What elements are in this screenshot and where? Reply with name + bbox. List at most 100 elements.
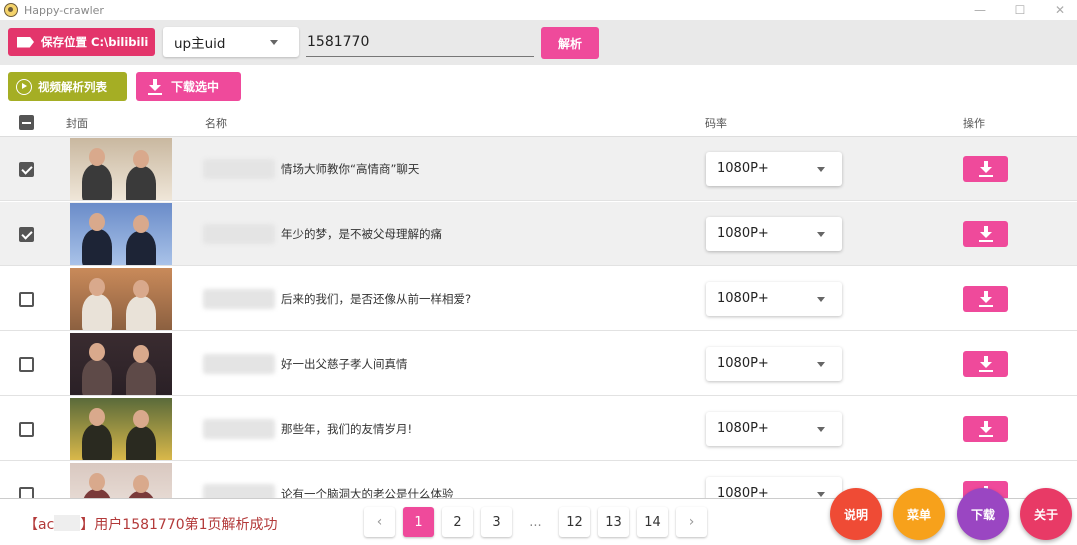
page-button[interactable]: 3	[481, 507, 512, 537]
chevron-down-icon	[817, 427, 825, 432]
title-bar: Happy-crawler — ☐ ✕	[0, 0, 1077, 20]
status-prefix: 【ac	[24, 517, 55, 533]
video-title: 年少的梦，是不被父母理解的痛	[281, 227, 442, 241]
row-checkbox[interactable]	[19, 227, 34, 242]
chevron-down-icon	[817, 167, 825, 172]
menu-button[interactable]: 菜单	[893, 488, 945, 540]
prev-page-button[interactable]: ‹	[364, 507, 395, 537]
quality-select[interactable]: 1080P+	[706, 412, 842, 446]
chevron-down-icon	[817, 362, 825, 367]
download-selected-button[interactable]: 下载选中	[136, 72, 241, 101]
quality-select[interactable]: 1080P+	[706, 477, 842, 498]
play-circle-icon	[16, 78, 32, 95]
table-row[interactable]: 情场大师教你“高情商”聊天 1080P+	[0, 137, 1077, 201]
help-button[interactable]: 说明	[830, 488, 882, 540]
uid-input[interactable]	[306, 28, 534, 57]
tag-icon	[17, 36, 34, 48]
page-button[interactable]: 12	[559, 507, 590, 537]
row-download-button[interactable]	[963, 156, 1008, 182]
chevron-down-icon	[817, 232, 825, 237]
next-page-button[interactable]: ›	[676, 507, 707, 537]
download-button[interactable]: 下载	[957, 488, 1009, 540]
save-location-button[interactable]: 保存位置 C:\bilibili	[8, 28, 155, 56]
quality-value: 1080P+	[717, 161, 769, 176]
download-icon	[979, 226, 993, 242]
table-row[interactable]: 好一出父慈子孝人间真情 1080P+	[0, 332, 1077, 396]
maximize-icon[interactable]: ☐	[1013, 3, 1027, 17]
about-button[interactable]: 关于	[1020, 488, 1072, 540]
video-list-label: 视频解析列表	[38, 79, 107, 94]
header-bitrate: 码率	[705, 117, 727, 130]
close-icon[interactable]: ✕	[1053, 3, 1067, 17]
row-checkbox[interactable]	[19, 292, 34, 307]
minimize-icon[interactable]: —	[973, 3, 987, 17]
toolbar: 保存位置 C:\bilibili up主uid 解析	[0, 20, 1077, 65]
page-button[interactable]: 1	[403, 507, 434, 537]
redacted-text	[54, 515, 81, 531]
row-download-button[interactable]	[963, 351, 1008, 377]
download-icon	[979, 356, 993, 372]
header-name: 名称	[205, 117, 227, 130]
row-download-button[interactable]	[963, 416, 1008, 442]
quality-select[interactable]: 1080P+	[706, 217, 842, 251]
download-icon	[979, 161, 993, 177]
quality-select[interactable]: 1080P+	[706, 152, 842, 186]
quality-value: 1080P+	[717, 356, 769, 371]
author-placeholder	[203, 159, 275, 179]
page-button[interactable]: 14	[637, 507, 668, 537]
video-thumbnail	[70, 203, 172, 265]
download-selected-label: 下载选中	[171, 80, 220, 94]
author-placeholder	[203, 419, 275, 439]
quality-select[interactable]: 1080P+	[706, 347, 842, 381]
row-download-button[interactable]	[963, 221, 1008, 247]
download-icon	[979, 291, 993, 307]
video-title: 后来的我们，是否还像从前一样相爱?	[281, 292, 472, 306]
search-type-value: up主uid	[174, 36, 226, 52]
window-controls: — ☐ ✕	[973, 0, 1067, 20]
parse-button[interactable]: 解析	[541, 27, 599, 59]
table-row[interactable]: 年少的梦，是不被父母理解的痛 1080P+	[0, 202, 1077, 266]
page-button[interactable]: 2	[442, 507, 473, 537]
table-header: 封面 名称 码率 操作	[0, 107, 1077, 137]
download-icon	[979, 421, 993, 437]
row-checkbox[interactable]	[19, 422, 34, 437]
video-thumbnail	[70, 138, 172, 200]
video-title: 论有一个脑洞大的老公是什么体验	[281, 487, 454, 498]
page-button[interactable]: 13	[598, 507, 629, 537]
table-row[interactable]: 后来的我们，是否还像从前一样相爱? 1080P+	[0, 267, 1077, 331]
app-title: Happy-crawler	[24, 3, 104, 17]
row-checkbox[interactable]	[19, 487, 34, 498]
video-thumbnail	[70, 268, 172, 330]
row-download-button[interactable]	[963, 286, 1008, 312]
author-placeholder	[203, 224, 275, 244]
author-placeholder	[203, 484, 275, 498]
quality-value: 1080P+	[717, 291, 769, 306]
status-suffix: 】用户1581770第1页解析成功	[80, 517, 278, 533]
quality-value: 1080P+	[717, 486, 769, 498]
app-logo-icon	[4, 3, 18, 17]
video-list-button[interactable]: 视频解析列表	[8, 72, 127, 101]
header-action: 操作	[963, 117, 985, 130]
quality-select[interactable]: 1080P+	[706, 282, 842, 316]
status-message: 【ac 】用户1581770第1页解析成功	[24, 514, 278, 534]
search-type-select[interactable]: up主uid	[163, 27, 299, 57]
row-checkbox[interactable]	[19, 162, 34, 177]
video-thumbnail	[70, 333, 172, 395]
chevron-down-icon	[817, 492, 825, 497]
header-cover: 封面	[66, 117, 88, 130]
author-placeholder	[203, 289, 275, 309]
select-all-checkbox[interactable]	[19, 115, 34, 130]
video-title: 好一出父慈子孝人间真情	[281, 357, 408, 371]
save-location-label: 保存位置 C:\bilibili	[41, 35, 149, 49]
video-table: 封面 名称 码率 操作 情场大师教你“高情商”聊天 1080P+ 年少的梦，是不…	[0, 107, 1077, 498]
table-row[interactable]: 那些年，我们的友情岁月! 1080P+	[0, 397, 1077, 461]
pagination: ‹ 1 2 3... 12 13 14 ›	[364, 507, 715, 537]
video-title: 那些年，我们的友情岁月!	[281, 422, 413, 436]
pagination-ellipsis: ...	[520, 507, 551, 537]
quality-value: 1080P+	[717, 421, 769, 436]
download-icon	[148, 78, 162, 95]
video-title: 情场大师教你“高情商”聊天	[281, 162, 420, 176]
video-thumbnail	[70, 463, 172, 498]
chevron-down-icon	[270, 40, 278, 45]
row-checkbox[interactable]	[19, 357, 34, 372]
